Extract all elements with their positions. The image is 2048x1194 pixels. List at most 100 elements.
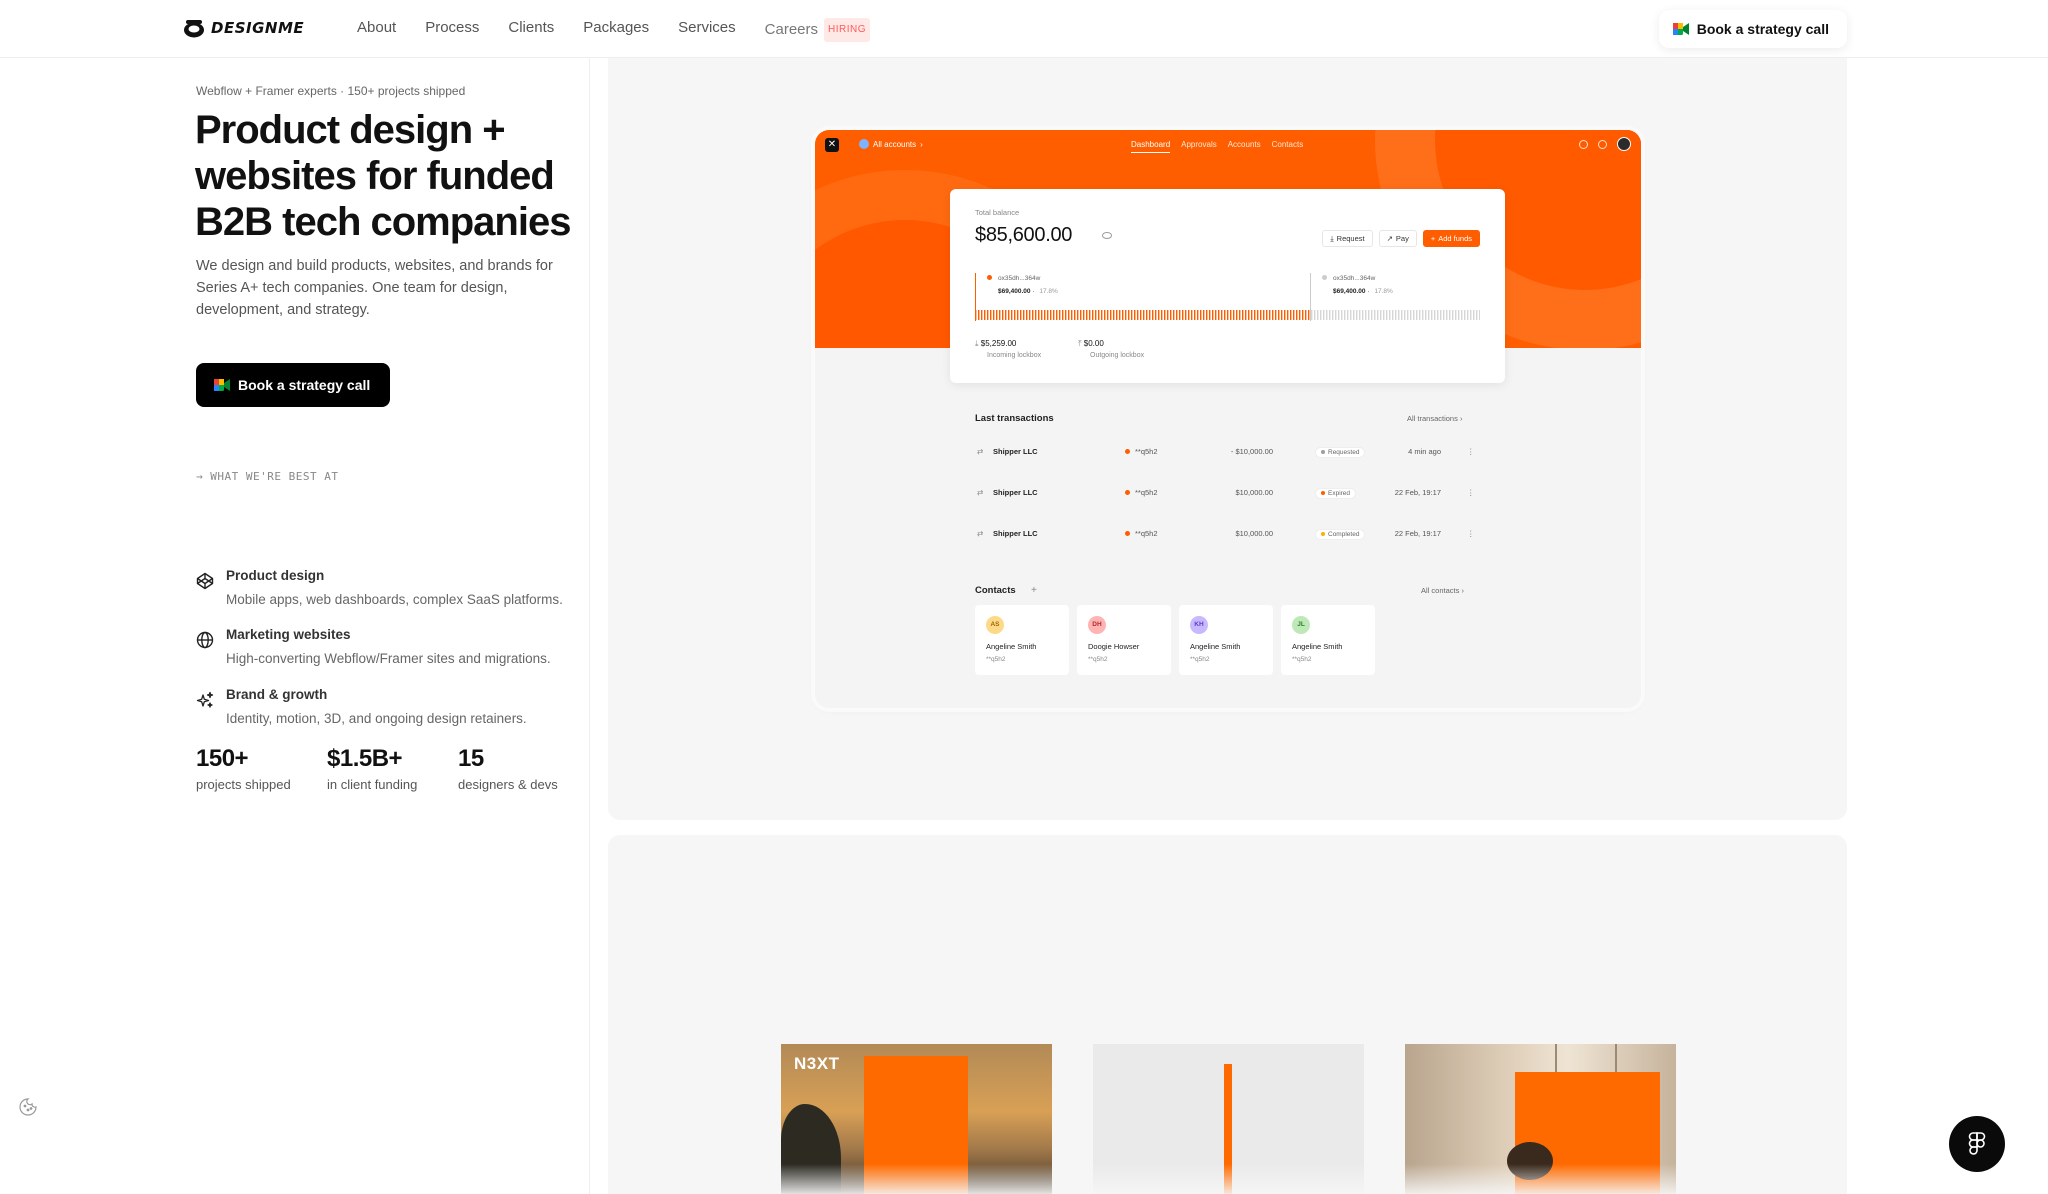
cookie-icon[interactable]	[18, 1097, 38, 1117]
all-transactions-link[interactable]: All transactions ›	[1407, 414, 1462, 423]
bar-tick	[1317, 310, 1319, 320]
arrow-up-icon: ⤒	[1078, 339, 1082, 348]
all-contacts-link[interactable]: All contacts ›	[1421, 586, 1464, 595]
bar-tick	[1074, 310, 1076, 320]
nav-link-process[interactable]: Process	[425, 18, 479, 42]
contact-card[interactable]: AS Angeline Smith **q5h2	[975, 605, 1069, 675]
bar-tick	[1350, 310, 1352, 320]
bar-tick	[1464, 310, 1466, 320]
gear-icon[interactable]	[1598, 139, 1607, 149]
add-funds-button[interactable]: + Add funds	[1422, 230, 1480, 247]
chevron-down-icon: ›	[920, 139, 923, 149]
bar-tick	[981, 310, 983, 320]
request-button[interactable]: ⤓ Request	[1322, 230, 1373, 247]
bar-tick	[1029, 310, 1031, 320]
tab-accounts[interactable]: Accounts	[1228, 140, 1261, 153]
service-desc: Identity, motion, 3D, and ongoing design…	[226, 711, 527, 726]
bar-tick	[1281, 310, 1283, 320]
stat-label: designers & devs	[458, 777, 558, 792]
bar-tick	[1140, 310, 1142, 320]
contact-card[interactable]: KH Angeline Smith **q5h2	[1179, 605, 1273, 675]
bar-tick	[1110, 310, 1112, 320]
bar-tick	[1236, 310, 1238, 320]
arrow-up-right-icon: ↗	[1386, 234, 1393, 243]
globe-icon	[196, 631, 214, 649]
dashboard-mockup: ✕ All accounts › Dashboard Approvals Acc…	[815, 130, 1641, 708]
stat-label: in client funding	[327, 777, 418, 792]
bar-tick	[1248, 310, 1250, 320]
nav-link-packages[interactable]: Packages	[583, 18, 649, 42]
bar-tick	[1173, 310, 1175, 320]
avatar[interactable]	[1617, 137, 1631, 151]
bar-tick	[1059, 310, 1061, 320]
contact-code: **q5h2	[1190, 656, 1210, 663]
nav-link-careers[interactable]: Careers HIRING	[765, 18, 871, 42]
more-vertical-icon[interactable]: ⋮	[1467, 529, 1475, 538]
table-row[interactable]: ⇄ Shipper LLC **q5h2 $10,000.00 Complete…	[975, 529, 1485, 543]
nav-link-clients[interactable]: Clients	[508, 18, 554, 42]
bar-tick	[1146, 310, 1148, 320]
more-vertical-icon[interactable]: ⋮	[1467, 488, 1475, 497]
bar-tick	[1428, 310, 1430, 320]
tx-amount: - $10,000.00	[1230, 447, 1273, 456]
bar-tick	[1041, 310, 1043, 320]
bar-tick	[1200, 310, 1202, 320]
thumbnail-fade	[1405, 1164, 1676, 1194]
logo[interactable]: DESIGNME	[183, 18, 304, 38]
bar-tick	[1257, 310, 1259, 320]
bar-tick	[1347, 310, 1349, 320]
bar-tick	[1470, 310, 1472, 320]
stat: 15 designers & devs	[458, 745, 589, 792]
hero-book-call-button[interactable]: Book a strategy call	[196, 363, 391, 407]
nav-book-call-button[interactable]: Book a strategy call	[1658, 10, 1847, 48]
thumbnail-fade	[1093, 1164, 1364, 1194]
incoming-lockbox: ⤓ $5,259.00 Incoming lockbox	[975, 339, 1041, 359]
bell-icon[interactable]	[1579, 139, 1588, 149]
bar-tick	[1164, 310, 1166, 320]
bar-tick	[1308, 310, 1310, 320]
case-study-thumbnail[interactable]: N3XT	[781, 1044, 1052, 1194]
tab-contacts[interactable]: Contacts	[1272, 140, 1304, 153]
pay-button[interactable]: ↗ Pay	[1378, 230, 1417, 247]
account-item: ox35dh...364w $69,400.00 · 17.8%	[987, 275, 1058, 295]
bar-tick	[1431, 310, 1433, 320]
tab-dashboard[interactable]: Dashboard	[1131, 140, 1171, 153]
table-row[interactable]: ⇄ Shipper LLC **q5h2 $10,000.00 Expired …	[975, 488, 1485, 502]
bar-tick	[1323, 310, 1325, 320]
figma-button[interactable]	[1949, 1116, 2005, 1172]
top-nav: DESIGNME About Process Clients Packages …	[0, 0, 2048, 58]
account-avatar	[859, 139, 869, 149]
tab-approvals[interactable]: Approvals	[1181, 140, 1217, 153]
bar-tick	[1242, 310, 1244, 320]
account-pct: 17.8%	[1039, 288, 1058, 295]
add-funds-label: Add funds	[1438, 234, 1472, 243]
bar-tick	[1233, 310, 1235, 320]
contact-card[interactable]: JL Angeline Smith **q5h2	[1281, 605, 1375, 675]
bar-tick	[1089, 310, 1091, 320]
more-vertical-icon[interactable]: ⋮	[1467, 447, 1475, 456]
hero-title: Product design + websites for funded B2B…	[195, 108, 571, 244]
case-study-thumbnail[interactable]	[1405, 1044, 1676, 1194]
lockbox-label: Outgoing lockbox	[1090, 352, 1145, 359]
add-contact-icon[interactable]: +	[1031, 585, 1037, 596]
status-badge: Completed	[1315, 529, 1366, 540]
contact-card[interactable]: DH Doogie Howser **q5h2	[1077, 605, 1171, 675]
bar-tick	[1047, 310, 1049, 320]
table-row[interactable]: ⇄ Shipper LLC **q5h2 - $10,000.00 Reques…	[975, 447, 1485, 461]
bar-tick	[1218, 310, 1220, 320]
service-title: Product design	[226, 568, 325, 583]
eye-off-icon[interactable]	[1102, 232, 1112, 239]
case-study-thumbnail[interactable]	[1093, 1044, 1364, 1194]
account-selector[interactable]: All accounts ›	[859, 139, 923, 149]
bar-tick	[1395, 310, 1397, 320]
bar-tick	[1023, 310, 1025, 320]
nav-link-services[interactable]: Services	[678, 18, 736, 42]
account-dot	[987, 275, 992, 280]
bar-tick	[1275, 310, 1277, 320]
lockbox-amount: $5,259.00	[980, 339, 1017, 348]
bar-tick	[1443, 310, 1445, 320]
nav-link-about[interactable]: About	[357, 18, 396, 42]
all-transactions-label: All transactions	[1407, 414, 1458, 423]
bar-tick	[993, 310, 995, 320]
bar-tick	[1131, 310, 1133, 320]
